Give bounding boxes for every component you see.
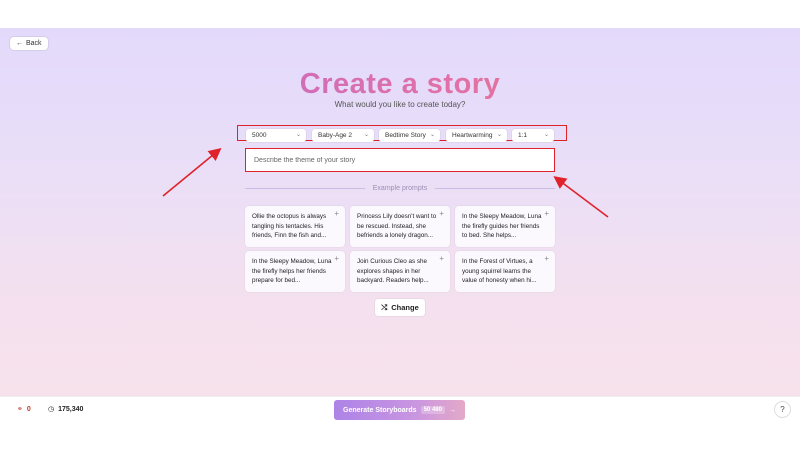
usage-value: 175,340: [58, 405, 84, 413]
annotation-arrow-left: [162, 147, 222, 197]
clock-icon: ◷: [48, 406, 55, 413]
arrow-right-icon: →: [448, 406, 456, 414]
help-button[interactable]: ?: [775, 402, 790, 417]
story-creator-page: ← Back Create a story What would you lik…: [0, 28, 800, 396]
generate-label: Generate Storyboards: [343, 406, 417, 414]
generate-cost-unit: 480: [431, 407, 442, 413]
coins-icon: ⚭: [17, 406, 23, 413]
annotation-arrows: [162, 147, 609, 218]
generate-cost: 50: [423, 407, 431, 413]
credits-value: 0: [26, 405, 31, 413]
credits-stat: ⚭ 0: [17, 405, 31, 414]
annotation-arrow-right: [553, 176, 609, 218]
usage-stat: ◷ 175,340: [48, 405, 84, 414]
bottom-bar: ⚭ 0 ◷ 175,340 Generate Storyboards 50 48…: [0, 396, 800, 423]
generate-cost-badge: 50 480: [420, 406, 445, 414]
generate-storyboards-button[interactable]: Generate Storyboards 50 480 →: [334, 400, 465, 420]
